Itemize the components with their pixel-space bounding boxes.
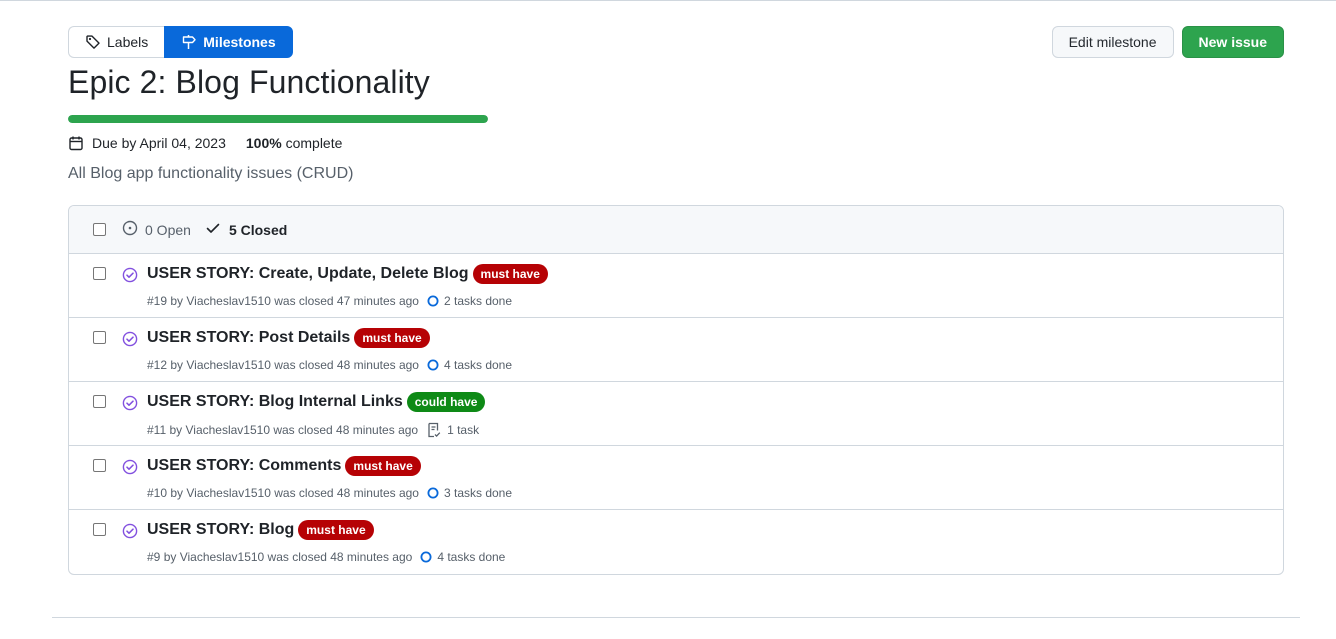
issue-title-link[interactable]: USER STORY: Blog bbox=[147, 521, 294, 539]
task-progress[interactable]: 2 tasks done bbox=[427, 294, 512, 308]
issue-row: USER STORY: Blog Internal Links could hav… bbox=[69, 382, 1283, 446]
milestones-tab-label: Milestones bbox=[203, 34, 276, 50]
issue-title-line: USER STORY: Blog Internal Links could hav… bbox=[147, 392, 486, 412]
complete-text: complete bbox=[285, 135, 343, 151]
issue-closed-icon bbox=[122, 395, 138, 411]
issue-row: USER STORY: Comments must have #10 by Viac… bbox=[69, 446, 1283, 510]
closed-issues-filter[interactable]: 5 Closed bbox=[205, 220, 287, 239]
circle-icon bbox=[420, 551, 432, 563]
circle-icon bbox=[427, 295, 439, 307]
issue-title-line: USER STORY: Post Details must have bbox=[147, 328, 430, 348]
issue-label[interactable]: must have bbox=[354, 328, 430, 348]
issue-number[interactable]: #12 bbox=[147, 358, 167, 372]
closed-count: 5 Closed bbox=[228, 221, 288, 238]
issue-meta: by Viacheslav1510 was closed 47 minutes … bbox=[170, 294, 419, 308]
issue-number[interactable]: #9 bbox=[147, 550, 160, 564]
issue-title-link[interactable]: USER STORY: Create, Update, Delete Blog bbox=[147, 265, 469, 283]
task-progress[interactable]: 4 tasks done bbox=[427, 358, 512, 372]
issue-row: USER STORY: Create, Update, Delete Blog m… bbox=[69, 254, 1283, 318]
edit-milestone-button[interactable]: Edit milestone bbox=[1051, 26, 1174, 58]
milestone-actions: Edit milestone New issue bbox=[1051, 26, 1284, 58]
labels-tab[interactable]: Labels bbox=[68, 26, 165, 58]
task-count: 2 tasks done bbox=[443, 294, 513, 308]
issue-label[interactable]: could have bbox=[406, 392, 486, 412]
milestone-description: All Blog app functionality issues (CRUD) bbox=[68, 165, 354, 182]
top-divider bbox=[0, 0, 1336, 2]
circle-icon bbox=[427, 487, 439, 499]
issue-label[interactable]: must have bbox=[472, 264, 548, 284]
milestone-title: Epic 2: Blog Functionality bbox=[68, 64, 430, 100]
issue-label[interactable]: must have bbox=[298, 520, 374, 540]
milestone-progress-bar bbox=[68, 115, 488, 123]
issue-title-line: USER STORY: Create, Update, Delete Blog m… bbox=[147, 264, 548, 284]
issue-closed-icon bbox=[122, 459, 138, 475]
issue-closed-icon bbox=[122, 267, 138, 283]
issue-number[interactable]: #19 bbox=[147, 294, 167, 308]
open-issues-filter[interactable]: 0 Open bbox=[122, 220, 191, 239]
task-progress[interactable]: 1 task bbox=[426, 422, 479, 438]
issues-list-header: 0 Open 5 Closed bbox=[69, 206, 1283, 254]
open-count: 0 Open bbox=[145, 221, 191, 238]
milestone-icon bbox=[181, 34, 197, 50]
issue-title-link[interactable]: USER STORY: Blog Internal Links bbox=[147, 393, 403, 411]
calendar-icon bbox=[68, 135, 84, 151]
labels-milestones-subnav: Labels Milestones bbox=[68, 26, 293, 58]
issues-list: 0 Open 5 Closed USER STORY: Create, Upda… bbox=[68, 205, 1284, 575]
issue-meta-line: #9 by Viacheslav1510 was closed 48 minut… bbox=[147, 550, 505, 564]
issue-row: USER STORY: Post Details must have #12 by … bbox=[69, 318, 1283, 382]
circle-icon bbox=[427, 359, 439, 371]
issue-opened-icon bbox=[122, 220, 138, 239]
checklist-icon bbox=[426, 422, 442, 438]
check-icon bbox=[205, 220, 221, 239]
issue-title-line: USER STORY: Comments must have bbox=[147, 456, 421, 476]
issue-label[interactable]: must have bbox=[345, 456, 421, 476]
task-progress[interactable]: 3 tasks done bbox=[427, 486, 512, 500]
percent-complete: 100% bbox=[245, 135, 282, 151]
issue-checkbox[interactable] bbox=[93, 459, 106, 472]
issue-checkbox[interactable] bbox=[93, 523, 106, 536]
select-all-checkbox[interactable] bbox=[93, 223, 106, 236]
progress-bar-fill bbox=[68, 115, 488, 123]
issue-row: USER STORY: Blog must have #9 by Viachesla… bbox=[69, 510, 1283, 574]
issue-meta-line: #12 by Viacheslav1510 was closed 48 minu… bbox=[147, 358, 512, 372]
issue-meta: by Viacheslav1510 was closed 48 minutes … bbox=[170, 486, 419, 500]
task-progress[interactable]: 4 tasks done bbox=[420, 550, 505, 564]
issue-title-line: USER STORY: Blog must have bbox=[147, 520, 374, 540]
issue-meta-line: #19 by Viacheslav1510 was closed 47 minu… bbox=[147, 294, 512, 308]
labels-tab-label: Labels bbox=[107, 34, 149, 50]
issue-title-link[interactable]: USER STORY: Post Details bbox=[147, 329, 350, 347]
issue-meta-line: #10 by Viacheslav1510 was closed 48 minu… bbox=[147, 486, 512, 500]
due-date-text: Due by April 04, 2023 bbox=[92, 135, 226, 151]
issue-meta: by Viacheslav1510 was closed 48 minutes … bbox=[163, 550, 413, 564]
tag-icon bbox=[85, 34, 101, 50]
issue-meta: by Viacheslav1510 was closed 48 minutes … bbox=[170, 358, 419, 372]
new-issue-button[interactable]: New issue bbox=[1181, 26, 1284, 58]
bottom-divider bbox=[52, 617, 1300, 618]
issue-number[interactable]: #10 bbox=[147, 486, 167, 500]
issue-meta: by Viacheslav1510 was closed 48 minutes … bbox=[169, 423, 419, 437]
issue-checkbox[interactable] bbox=[93, 331, 106, 344]
milestones-tab[interactable]: Milestones bbox=[164, 26, 293, 58]
task-count: 1 task bbox=[447, 423, 480, 437]
issue-number[interactable]: #11 bbox=[147, 423, 166, 437]
issue-closed-icon bbox=[122, 331, 138, 347]
task-count: 4 tasks done bbox=[443, 358, 513, 372]
issue-checkbox[interactable] bbox=[93, 395, 106, 408]
milestone-meta: Due by April 04, 2023 100% complete bbox=[68, 135, 342, 151]
issue-title-link[interactable]: USER STORY: Comments bbox=[147, 457, 341, 475]
task-count: 3 tasks done bbox=[443, 486, 513, 500]
issue-closed-icon bbox=[122, 523, 138, 539]
task-count: 4 tasks done bbox=[437, 550, 506, 564]
issue-checkbox[interactable] bbox=[93, 267, 106, 280]
issue-meta-line: #11 by Viacheslav1510 was closed 48 minu… bbox=[147, 422, 479, 438]
